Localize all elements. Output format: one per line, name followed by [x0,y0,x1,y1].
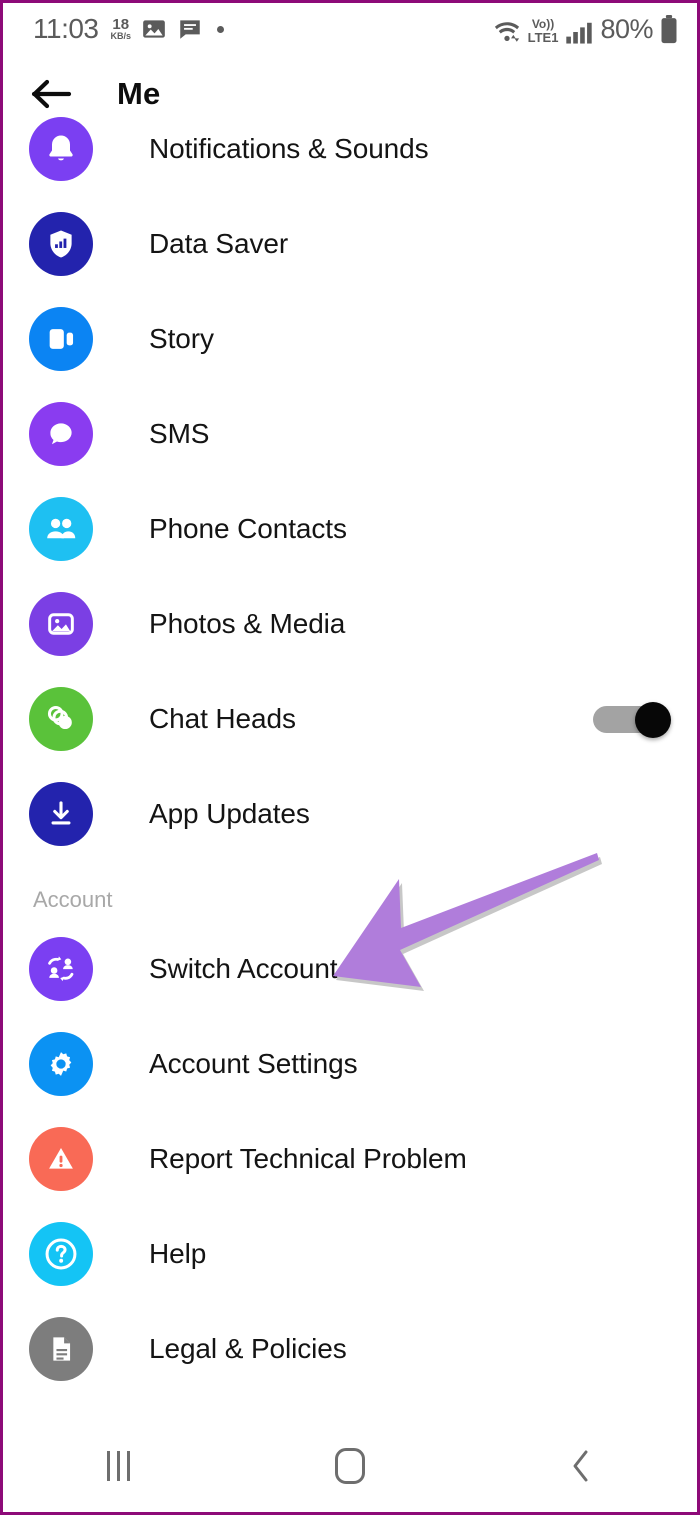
toggle-knob [635,701,671,738]
list-item-phone-contacts[interactable]: Phone Contacts [3,481,697,576]
list-item-legal-policies[interactable]: Legal & Policies [3,1301,697,1396]
system-nav-bar [3,1420,697,1512]
list-item-story[interactable]: Story [3,291,697,386]
list-item-app-updates[interactable]: App Updates [3,766,697,861]
nav-back-icon[interactable] [466,1420,697,1512]
list-item-data-saver[interactable]: Data Saver [3,196,697,291]
status-bar-right: Vo)) LTE1 80% [492,14,679,45]
phone-screen: 11:03 18 KB/s Vo)) LTE1 80% Me Notificat… [0,0,700,1515]
story-icon [29,306,93,371]
chat-heads-icon [29,686,93,751]
warning-icon [29,1126,93,1191]
battery-icon [659,14,679,45]
list-item-label: App Updates [149,797,310,829]
volte-top-label: Vo)) [531,17,555,32]
chat-bubble-icon [29,401,93,466]
battery-percent: 80% [600,13,653,44]
list-item-label: SMS [149,417,210,449]
gear-icon [29,1031,93,1096]
people-icon [29,496,93,561]
message-icon [177,16,203,42]
list-item-chat-heads[interactable]: Chat Heads [3,671,697,766]
wifi-icon [492,19,522,45]
more-dot-icon [217,25,225,33]
list-item-label: Help [149,1237,207,1269]
list-item-label: Story [149,322,214,354]
list-item-photos-media[interactable]: Photos & Media [3,576,697,671]
list-item-label: Notifications & Sounds [149,132,429,164]
list-item-label: Phone Contacts [149,512,347,544]
recents-icon[interactable] [3,1420,234,1512]
volte-bottom-label: LTE1 [527,29,559,45]
list-item-switch-account[interactable]: Switch Account [3,921,697,1016]
network-speed-indicator: 18 KB/s [111,17,132,41]
document-icon [29,1316,93,1381]
list-item-report-technical-problem[interactable]: Report Technical Problem [3,1111,697,1206]
bell-icon [29,116,93,181]
list-item-label: Switch Account [149,952,338,984]
list-item-notifications-sounds[interactable]: Notifications & Sounds [3,101,697,196]
list-item-label: Report Technical Problem [149,1142,467,1174]
home-icon[interactable] [234,1420,465,1512]
image-icon [141,16,167,42]
list-item-label: Photos & Media [149,607,346,639]
list-item-label: Account Settings [149,1047,358,1079]
status-bar: 11:03 18 KB/s Vo)) LTE1 80% [3,3,697,55]
question-icon [29,1221,93,1286]
shield-icon [29,211,93,276]
list-item-label: Chat Heads [149,702,296,734]
list-item-label: Data Saver [149,227,289,259]
download-icon [29,781,93,846]
switch-account-icon [29,936,93,1001]
signal-bars-icon [564,19,594,45]
list-item-account-settings[interactable]: Account Settings [3,1016,697,1111]
volte-indicator: Vo)) LTE1 [528,18,559,44]
list-item-help[interactable]: Help [3,1206,697,1301]
list-item-label: Legal & Policies [149,1332,347,1364]
chat-heads-toggle[interactable] [593,701,671,738]
status-bar-left: 11:03 18 KB/s [33,13,225,45]
network-speed-value: 18 [112,16,130,33]
photo-icon [29,591,93,656]
section-header-account: Account [33,887,113,912]
status-time: 11:03 [33,13,99,44]
list-item-sms[interactable]: SMS [3,386,697,481]
settings-list: Notifications & Sounds Data Saver Story … [3,101,697,1396]
network-speed-unit: KB/s [110,31,132,41]
